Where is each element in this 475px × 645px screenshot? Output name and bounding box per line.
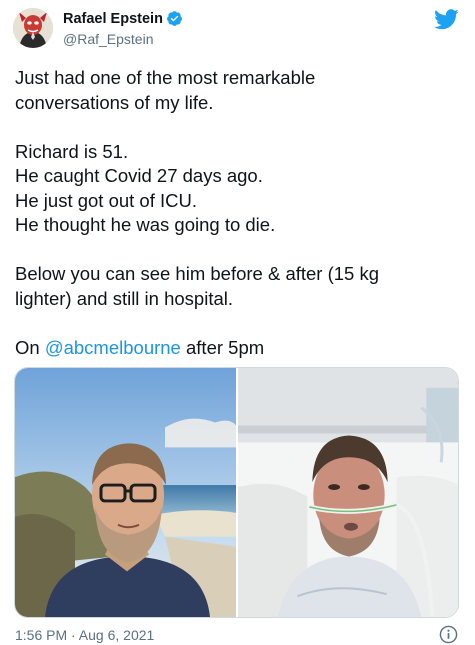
hospital-after-image: [238, 368, 458, 617]
verified-badge-icon: [166, 11, 182, 26]
tweet-line: He caught Covid 27 days ago.: [15, 165, 263, 186]
tweet-line: Richard is 51.: [15, 140, 129, 162]
tweet-paragraph-2: Richard is 51. He caught Covid 27 days a…: [15, 140, 455, 238]
tweet-line: lighter) and still in hospital.: [15, 287, 233, 309]
tweet-line: Just had one of the most remarkable: [15, 67, 316, 88]
tweet-line: He just got out of ICU.: [15, 189, 198, 211]
tweet-text: Just had one of the most remarkable conv…: [15, 66, 455, 385]
tweet-timestamp[interactable]: 1:56 PM · Aug 6, 2021: [15, 627, 154, 643]
mention-link[interactable]: @abcmelbourne: [45, 337, 181, 358]
tweet-line: He thought he was going to die.: [15, 214, 276, 235]
tweet-text-prefix: On: [15, 336, 45, 358]
tweet-paragraph-4: On @abcmelbourne after 5pm: [15, 336, 455, 361]
selfie-before-image: [15, 368, 236, 617]
tweet-card: Rafael Epstein @Raf_Epstein Just had one…: [0, 0, 475, 645]
tweet-line: conversations of my life.: [15, 91, 214, 113]
media-photo-before[interactable]: [15, 368, 236, 617]
tweet-paragraph-1: Just had one of the most remarkable conv…: [15, 66, 455, 115]
media-photo-after[interactable]: [238, 368, 458, 617]
author-name-row[interactable]: Rafael Epstein: [63, 10, 183, 27]
tweet-line: Below you can see him before & after (15…: [15, 263, 380, 284]
author-handle[interactable]: @Raf_Epstein: [63, 31, 153, 47]
author-display-name[interactable]: Rafael Epstein: [63, 11, 163, 27]
media-grid: [14, 367, 459, 618]
twitter-bird-icon[interactable]: [434, 9, 459, 30]
tweet-text-suffix: after 5pm: [180, 336, 265, 358]
info-icon[interactable]: [439, 625, 458, 644]
avatar[interactable]: [13, 8, 53, 48]
tweet-paragraph-3: Below you can see him before & after (15…: [15, 262, 455, 311]
